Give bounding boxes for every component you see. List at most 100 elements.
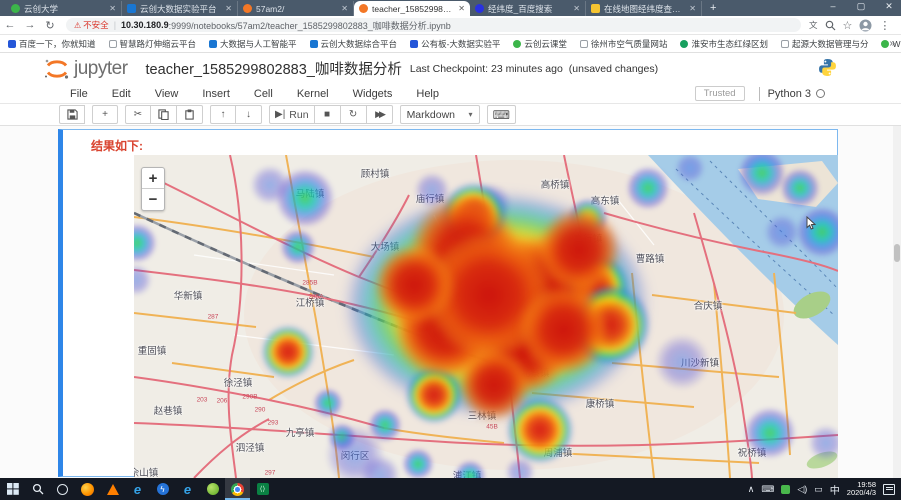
profile-avatar[interactable] — [859, 19, 872, 32]
tab-close-icon[interactable]: ✕ — [225, 4, 232, 13]
address-bar: ← → ↻ ⚠ 不安全 | 10.30.180.9:9999/notebooks… — [0, 16, 901, 35]
tab-close-icon[interactable]: ✕ — [341, 4, 348, 13]
chrome-icon[interactable] — [225, 478, 250, 500]
add-cell-button[interactable]: + — [92, 105, 118, 124]
zoom-out-button[interactable]: − — [142, 189, 164, 210]
bookmark-item[interactable]: 起源大数据管理与分 — [781, 38, 869, 50]
windows-taskbar: eϟe ⟨⟩ ∧ ⌨ ◁) ▭ 中 19:58 2020/4/3 — [0, 478, 901, 500]
fav-map — [591, 4, 600, 13]
window-maximize-button[interactable]: ▢ — [855, 1, 867, 12]
heat-blob — [262, 326, 314, 378]
bookmark-item[interactable]: 云创大数据综合平台 — [310, 38, 398, 50]
tab-close-icon[interactable]: ✕ — [573, 4, 580, 13]
clock-date: 2020/4/3 — [847, 489, 876, 497]
start-button[interactable] — [0, 478, 25, 500]
browser-menu-icon[interactable]: ⋮ — [879, 19, 890, 32]
browser-tab[interactable]: 57am2/✕ — [238, 1, 354, 16]
tab-close-icon[interactable]: ✕ — [689, 4, 696, 13]
search-button[interactable] — [25, 478, 50, 500]
new-tab-button[interactable]: + — [710, 2, 716, 14]
bookmark-item[interactable]: 云创云课堂 — [513, 38, 567, 50]
move-down-button[interactable]: ↓ — [236, 105, 262, 124]
menu-file[interactable]: File — [58, 88, 100, 100]
save-button[interactable] — [59, 105, 85, 124]
menu-widgets[interactable]: Widgets — [341, 88, 405, 100]
menu-insert[interactable]: Insert — [190, 88, 242, 100]
forward-button[interactable]: → — [20, 19, 40, 31]
heat-layer — [134, 155, 838, 478]
zoom-page-icon[interactable] — [825, 20, 836, 31]
firefox-icon[interactable] — [75, 478, 100, 500]
fastforward-button[interactable]: ▶▶ — [367, 105, 393, 124]
menu-view[interactable]: View — [143, 88, 191, 100]
flash-icon[interactable]: ϟ — [150, 478, 175, 500]
app-360-icon[interactable] — [200, 478, 225, 500]
paste-cell-button[interactable] — [177, 105, 203, 124]
notebook-title[interactable]: teacher_1585299802883_咖啡数据分析 — [146, 58, 402, 79]
restart-button[interactable]: ↻ — [341, 105, 367, 124]
volume-icon[interactable]: ◁) — [797, 484, 807, 495]
stop-button[interactable]: ■ — [315, 105, 341, 124]
cortana-button[interactable] — [50, 478, 75, 500]
run-button[interactable]: ▶|Run — [269, 105, 315, 124]
bookmark-item[interactable]: 百度一下，你就知道 — [8, 38, 96, 50]
keyboard-tray-icon[interactable]: ⌨ — [761, 484, 774, 495]
menu-cell[interactable]: Cell — [242, 88, 285, 100]
security-warning-icon: ⚠ — [74, 21, 81, 30]
taskbar-clock[interactable]: 19:58 2020/4/3 — [847, 481, 876, 497]
browser-tab[interactable]: 云创大数据实验平台✕ — [122, 1, 238, 16]
bookmark-favicon — [781, 40, 789, 48]
network-display-icon[interactable]: ▭ — [814, 484, 823, 495]
bookmark-item[interactable]: 大数据与人工智能平 — [209, 38, 297, 50]
bookmark-favicon — [410, 40, 418, 48]
browser-tab[interactable]: teacher_1585299802883_咖啡数据分析✕ — [354, 1, 470, 16]
jupyter-logo[interactable]: jupyter — [44, 57, 128, 81]
back-button[interactable]: ← — [0, 19, 20, 31]
command-palette-button[interactable]: ⌨ — [487, 105, 516, 124]
window-minimize-button[interactable]: – — [827, 1, 839, 12]
bookmark-star-icon[interactable]: ☆ — [843, 19, 853, 32]
bookmark-item[interactable]: 淮安市生态红绿区划 — [680, 38, 768, 50]
heat-blob — [424, 230, 554, 360]
bookmarks-overflow-chevron[interactable]: » — [889, 38, 895, 49]
edge-icon[interactable]: e — [175, 478, 200, 500]
tab-title: 经纬度_百度搜索 — [488, 3, 569, 15]
url-field[interactable]: ⚠ 不安全 | 10.30.180.9:9999/notebooks/57am2… — [66, 18, 801, 32]
zoom-in-button[interactable]: + — [142, 168, 164, 189]
copy-cell-button[interactable] — [151, 105, 177, 124]
ie-icon[interactable]: e — [125, 478, 150, 500]
heatmap-output[interactable]: 马陆镇顾村镇庙行镇大场镇华新镇江桥镇重固镇徐泾镇赵巷镇泗泾镇佘山镇九亭镇闵行区高… — [134, 155, 838, 478]
kernel-divider — [759, 87, 760, 101]
ime-indicator[interactable]: 中 — [830, 482, 840, 497]
edge-glyph: e — [184, 482, 191, 497]
hidden-icons-chevron[interactable]: ∧ — [748, 484, 755, 495]
translate-icon[interactable]: 文 — [809, 19, 818, 31]
green-app-tray-icon[interactable] — [781, 485, 790, 494]
scrollbar-thumb[interactable] — [894, 244, 900, 262]
notification-center-icon[interactable] — [883, 484, 895, 495]
bookmark-label: 起源大数据管理与分 — [792, 38, 869, 50]
browser-tab[interactable]: 云创大学✕ — [6, 1, 122, 16]
tab-close-icon[interactable]: ✕ — [109, 4, 116, 13]
menu-kernel[interactable]: Kernel — [285, 88, 341, 100]
heat-blob — [626, 166, 670, 210]
cut-cell-button[interactable]: ✂ — [125, 105, 151, 124]
cell-type-select[interactable]: Markdown ▾ — [400, 105, 480, 124]
bookmark-item[interactable]: 徐州市空气质量网站 — [580, 38, 668, 50]
browser-tab[interactable]: 经纬度_百度搜索 ✕ — [470, 1, 586, 16]
vlc-icon[interactable] — [100, 478, 125, 500]
devtools-icon[interactable]: ⟨⟩ — [250, 478, 275, 500]
kernel-status-icon — [816, 89, 825, 98]
browser-tab[interactable]: 在线地图经纬度查询 — 经纬度✕ — [586, 1, 702, 16]
button-glyph: ▶| — [275, 109, 285, 120]
window-close-button[interactable]: ✕ — [883, 1, 895, 12]
move-up-button[interactable]: ↑ — [210, 105, 236, 124]
menu-edit[interactable]: Edit — [100, 88, 143, 100]
tab-close-icon[interactable]: ✕ — [458, 4, 465, 13]
menu-help[interactable]: Help — [404, 88, 451, 100]
reload-button[interactable]: ↻ — [40, 19, 60, 32]
page-scrollbar[interactable] — [893, 126, 901, 478]
bookmark-item[interactable]: 智慧路灯伸缩云平台 — [109, 38, 197, 50]
selected-markdown-cell[interactable]: 结果如下: — [58, 129, 838, 477]
bookmark-item[interactable]: 公有板-大数据实验平 — [410, 38, 500, 50]
